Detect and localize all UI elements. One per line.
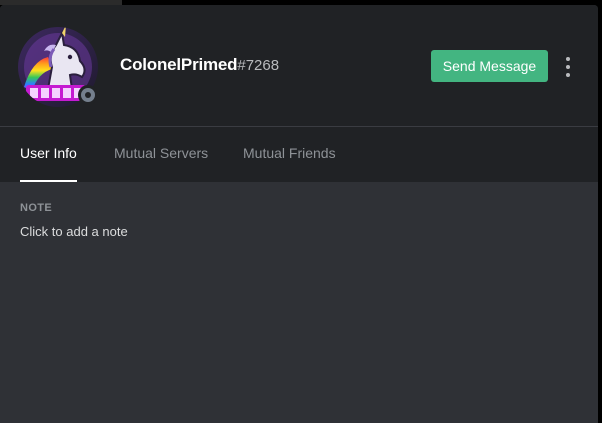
note-input[interactable]: Click to add a note — [20, 224, 128, 239]
tab-label: User Info — [20, 145, 77, 161]
username: ColonelPrimed — [120, 55, 238, 74]
more-vertical-icon[interactable] — [560, 55, 576, 79]
tab-label: Mutual Friends — [243, 145, 336, 161]
note-heading: NOTE — [20, 202, 53, 214]
tab-mutual-friends[interactable]: Mutual Friends — [243, 127, 336, 182]
user-info-panel: NOTE Click to add a note — [0, 182, 598, 423]
tab-label: Mutual Servers — [114, 145, 209, 161]
user-profile-modal: ColonelPrimed #7268 Send Message User In… — [0, 5, 598, 423]
username-row: ColonelPrimed #7268 — [120, 55, 279, 85]
status-indicator — [78, 85, 98, 105]
offline-status-icon — [81, 88, 95, 102]
profile-header: ColonelPrimed #7268 Send Message — [0, 5, 598, 126]
tab-mutual-servers[interactable]: Mutual Servers — [114, 127, 208, 182]
discriminator: #7268 — [237, 57, 280, 74]
send-message-button[interactable]: Send Message — [431, 50, 548, 82]
avatar-container[interactable] — [18, 27, 98, 107]
profile-tab-bar: User Info Mutual Servers Mutual Friends — [0, 127, 598, 182]
tab-user-info[interactable]: User Info — [20, 127, 77, 182]
